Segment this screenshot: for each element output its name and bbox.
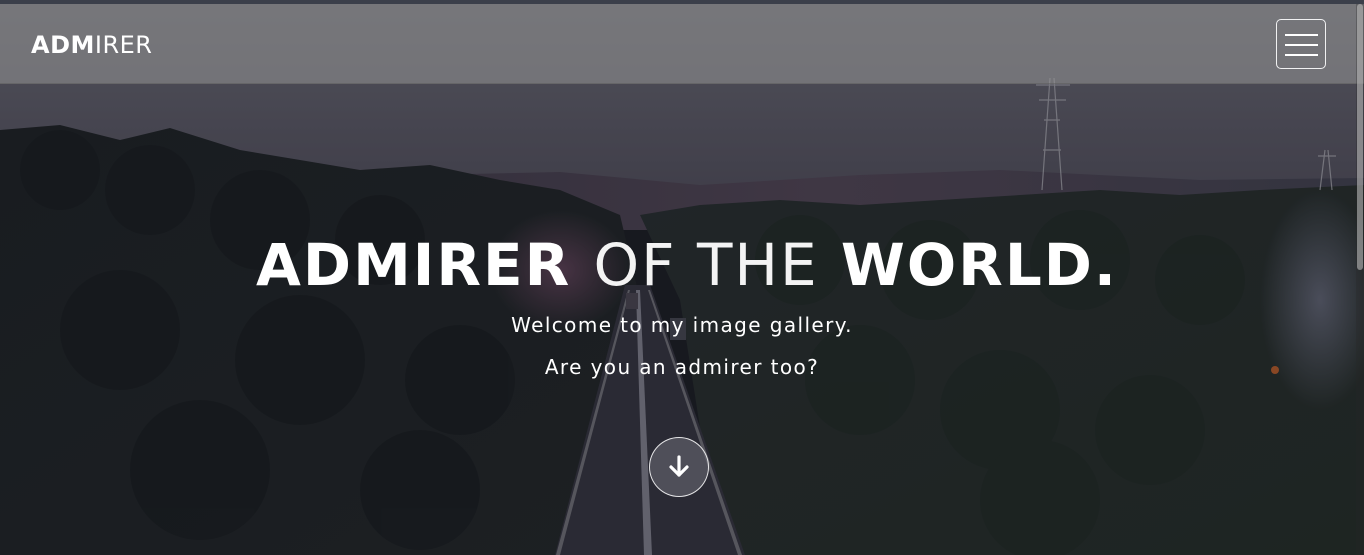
hero-subtitle-2: Are you an admirer too?: [544, 355, 820, 379]
brand-logo-light: IRER: [94, 31, 153, 59]
hero-title-part2: OF THE: [593, 231, 819, 299]
arrow-down-icon: [669, 455, 689, 477]
scrollbar-thumb[interactable]: [1357, 4, 1363, 270]
page: ADMIRER ADMIRER OF THE WORLD. Welcome to…: [0, 0, 1364, 555]
hero-title-part1: ADMIRER: [256, 231, 572, 299]
hero-subtitle-1: Welcome to my image gallery.: [511, 313, 853, 337]
menu-toggle-button[interactable]: [1276, 19, 1326, 69]
navbar: ADMIRER: [0, 4, 1364, 84]
hero-title-part3: WORLD.: [840, 231, 1118, 299]
page-scrollbar[interactable]: [1356, 4, 1364, 555]
hero-content: ADMIRER OF THE WORLD. Welcome to my imag…: [0, 230, 1364, 382]
scroll-down-button[interactable]: [649, 437, 709, 497]
hero-title: ADMIRER OF THE WORLD.: [0, 230, 1364, 300]
brand-logo[interactable]: ADMIRER: [31, 30, 152, 60]
brand-logo-bold: ADM: [31, 31, 95, 59]
